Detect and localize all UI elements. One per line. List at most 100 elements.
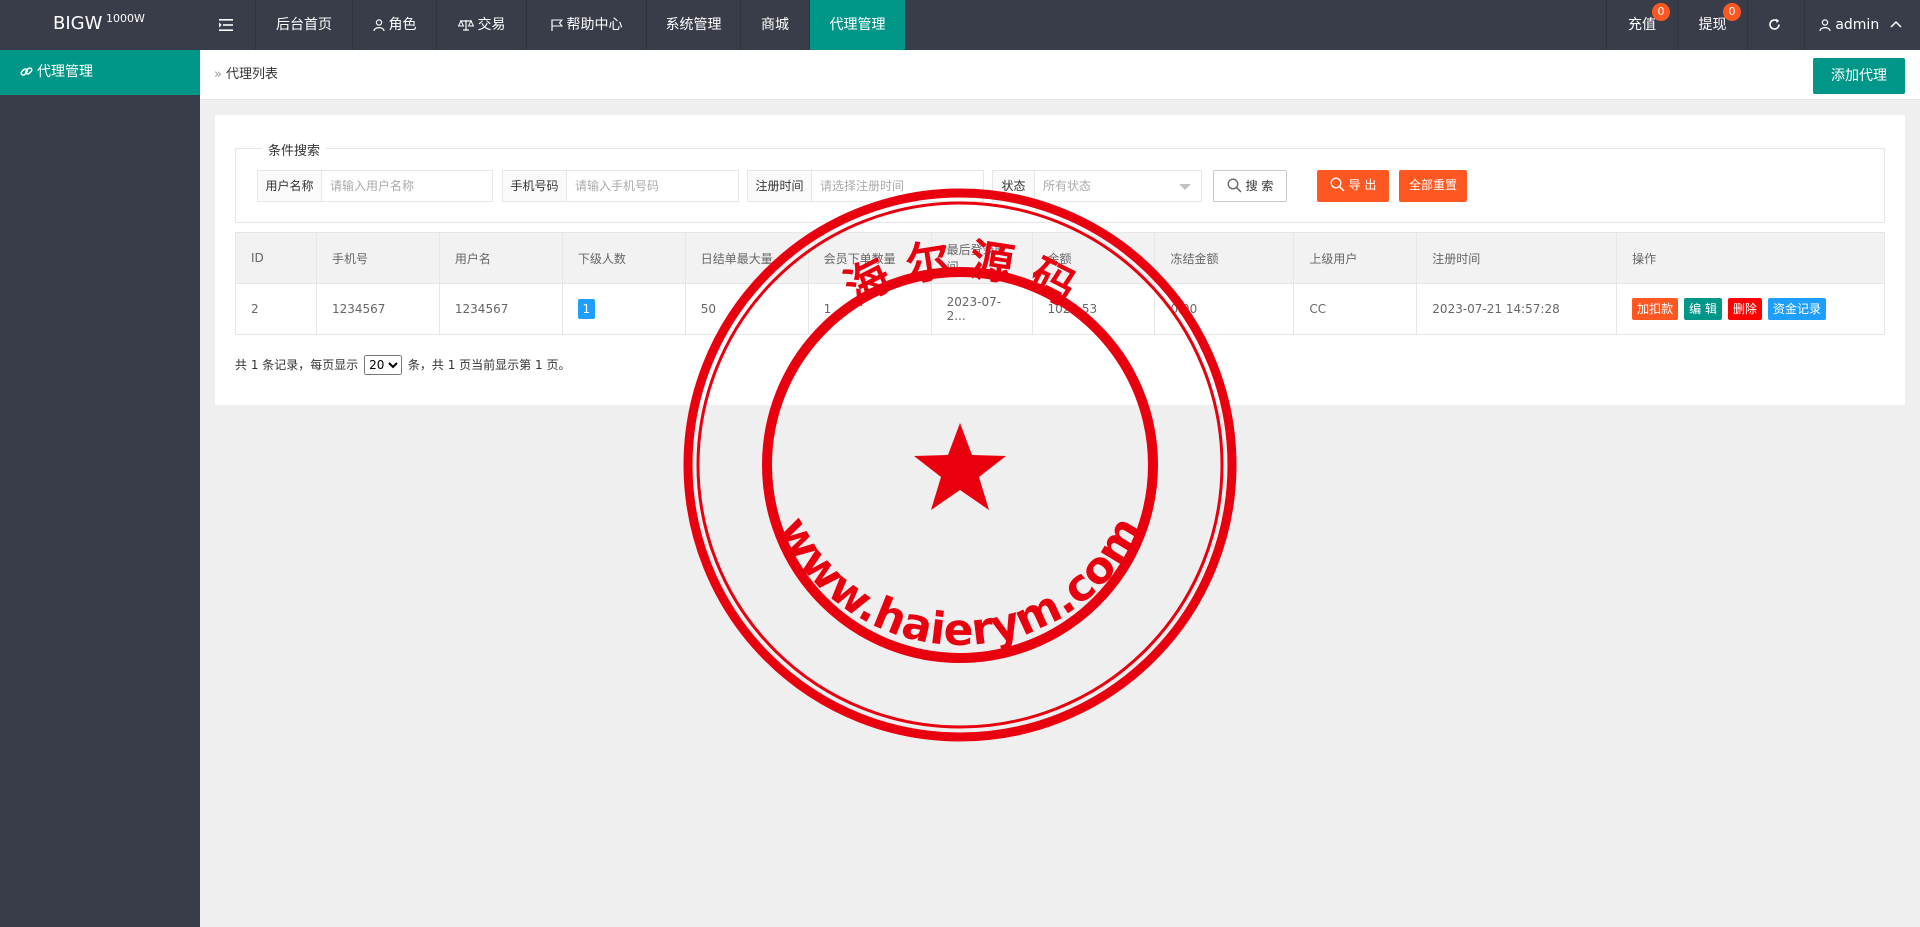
- cell-frozen: 0.00: [1154, 283, 1295, 335]
- phone-field: 手机号码: [502, 170, 739, 202]
- regtime-label: 注册时间: [748, 171, 812, 201]
- nav-item-help[interactable]: 帮助中心: [526, 0, 646, 50]
- column-header: 最后登录时间: [930, 232, 1033, 284]
- export-button[interactable]: 导 出: [1317, 170, 1389, 202]
- column-header: 余额: [1031, 232, 1156, 284]
- username-input[interactable]: [322, 171, 492, 201]
- menu-toggle-button[interactable]: [200, 0, 255, 50]
- search-icon: [1227, 178, 1242, 193]
- search-button[interactable]: 搜 索: [1213, 170, 1287, 202]
- menu-fold-icon: [218, 19, 233, 31]
- status-select[interactable]: 所有状态: [1035, 171, 1201, 201]
- user-icon: [372, 19, 385, 32]
- recharge-button[interactable]: 充值 0: [1606, 0, 1677, 50]
- seal-bottom-text: www.haierym.com: [768, 508, 1153, 656]
- cell-balance: 1025.53: [1031, 283, 1156, 335]
- column-header: ID: [235, 232, 317, 284]
- cell-last-login: 2023-07-2...: [930, 283, 1033, 335]
- search-legend: 条件搜索: [262, 140, 327, 159]
- nav-item-label: 角色: [388, 17, 417, 33]
- sub-count-badge[interactable]: 1: [577, 299, 595, 319]
- nav-item-system[interactable]: 系统管理: [646, 0, 740, 50]
- refresh-icon: [1768, 18, 1780, 30]
- table-row: 2 1234567 1234567 1 50 1 2023-07-2... 10…: [235, 283, 1885, 335]
- user-menu[interactable]: admin: [1804, 0, 1920, 50]
- adjust-funds-button[interactable]: 加扣款: [1632, 298, 1679, 320]
- sidebar: 代理管理: [0, 50, 200, 927]
- search-button-label: 搜 索: [1245, 179, 1274, 193]
- regtime-field: 注册时间: [747, 170, 984, 202]
- caret-down-icon: [1179, 184, 1191, 190]
- withdraw-count-badge: 0: [1723, 3, 1741, 21]
- cell-id: 2: [235, 283, 317, 335]
- search-icon: [1330, 177, 1345, 192]
- nav-item-label: 交易: [477, 17, 506, 33]
- cell-parent: CC: [1293, 283, 1418, 335]
- cell-member-orders: 1: [807, 283, 932, 335]
- column-header: 下级人数: [561, 232, 686, 284]
- nav-item-label: 系统管理: [665, 17, 722, 33]
- column-header: 用户名: [438, 232, 563, 284]
- pagination-info: 共 1 条记录，每页显示 20 条，共 1 页当前显示第 1 页。: [235, 355, 570, 375]
- withdraw-button[interactable]: 提现 0: [1677, 0, 1747, 50]
- username-field: 用户名称: [257, 170, 493, 202]
- cell-daily-max: 50: [684, 283, 809, 335]
- column-header: 冻结金额: [1154, 232, 1295, 284]
- phone-label: 手机号码: [503, 171, 567, 201]
- recharge-label: 充值: [1628, 17, 1656, 33]
- cell-phone: 1234567: [315, 283, 440, 335]
- column-header: 会员下单数量: [807, 232, 932, 284]
- cell-reg-time: 2023-07-21 14:57:28: [1416, 283, 1618, 335]
- recharge-count-badge: 0: [1652, 3, 1670, 21]
- status-label: 状态: [993, 171, 1035, 201]
- main-card: 条件搜索 用户名称 手机号码 注册时间 状态 所有状态 搜 索 导 出 全部重置: [215, 115, 1905, 405]
- fund-records-button[interactable]: 资金记录: [1768, 298, 1827, 320]
- nav-item-label: 商城: [761, 17, 789, 33]
- nav-item-label: 代理管理: [829, 17, 886, 33]
- brand-name: BIGW: [53, 13, 103, 34]
- status-select-value: 所有状态: [1043, 179, 1092, 193]
- nav-item-mall[interactable]: 商城: [740, 0, 809, 50]
- user-name: admin: [1835, 17, 1880, 33]
- phone-input[interactable]: [567, 171, 738, 201]
- column-header: 手机号: [315, 232, 440, 284]
- refresh-button[interactable]: [1747, 0, 1804, 50]
- reset-all-button[interactable]: 全部重置: [1399, 170, 1467, 202]
- delete-button[interactable]: 删除: [1728, 298, 1763, 320]
- edit-button[interactable]: 编 辑: [1684, 298, 1722, 320]
- column-header: 操作: [1616, 232, 1885, 284]
- nav-item-agent[interactable]: 代理管理: [809, 0, 905, 50]
- sidebar-item-agent-management[interactable]: 代理管理: [0, 50, 200, 95]
- user-icon: [1819, 19, 1831, 32]
- status-field: 状态 所有状态: [992, 170, 1202, 202]
- chevron-up-icon: [1890, 20, 1902, 28]
- breadcrumb: » 代理列表: [214, 50, 278, 100]
- regtime-input[interactable]: [812, 171, 983, 201]
- export-button-label: 导 出: [1348, 178, 1377, 192]
- agent-table: ID 手机号 用户名 下级人数 日结单最大量 会员下单数量 最后登录时间 余额 …: [235, 232, 1885, 335]
- scale-icon: [457, 19, 474, 31]
- nav-item-role[interactable]: 角色: [352, 0, 436, 50]
- column-header: 日结单最大量: [684, 232, 809, 284]
- double-chevron-right-icon: »: [214, 67, 222, 82]
- nav-item-label: 帮助中心: [566, 17, 623, 33]
- withdraw-label: 提现: [1698, 17, 1727, 33]
- nav-item-trade[interactable]: 交易: [436, 0, 526, 50]
- brand-superscript: 1000W: [106, 12, 145, 25]
- breadcrumb-bar: » 代理列表 添加代理: [200, 50, 1920, 100]
- column-header: 注册时间: [1416, 232, 1618, 284]
- search-panel: 条件搜索 用户名称 手机号码 注册时间 状态 所有状态 搜 索 导 出 全部重置: [235, 140, 1885, 223]
- top-header: BIGW 1000W 后台首页 角色 交易 帮助中心 系统管理 商城 代理管理 …: [0, 0, 1920, 50]
- add-agent-button[interactable]: 添加代理: [1813, 58, 1905, 94]
- page-size-select[interactable]: 20: [364, 355, 403, 375]
- cell-actions: 加扣款编 辑删除 资金记录: [1616, 283, 1885, 335]
- flag-icon: [550, 19, 563, 31]
- username-label: 用户名称: [258, 171, 322, 201]
- nav-item-home[interactable]: 后台首页: [255, 0, 352, 50]
- logo: BIGW 1000W: [0, 0, 200, 50]
- nav-item-label: 后台首页: [276, 17, 332, 33]
- table-header-row: ID 手机号 用户名 下级人数 日结单最大量 会员下单数量 最后登录时间 余额 …: [235, 232, 1885, 284]
- pager-prefix: 共 1 条记录，每页显示: [235, 358, 359, 372]
- column-header: 上级用户: [1293, 232, 1418, 284]
- pager-suffix: 条，共 1 页当前显示第 1 页。: [407, 358, 571, 372]
